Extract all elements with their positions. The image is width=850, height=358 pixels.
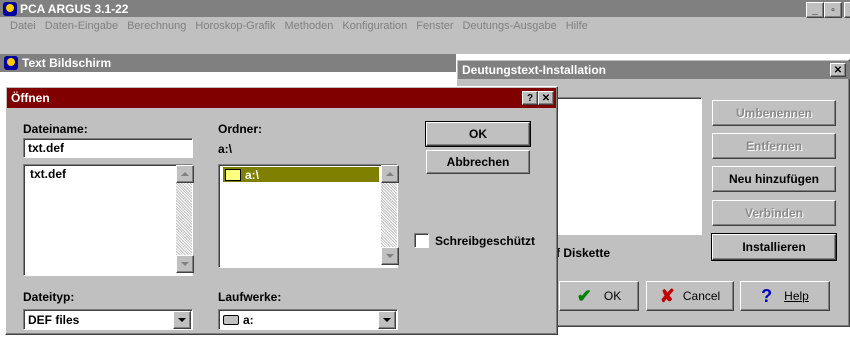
open-dialog-close-icon[interactable]: ✕ <box>538 91 554 105</box>
checkbox-box[interactable] <box>414 233 429 248</box>
file-list-scrollbar[interactable] <box>176 165 194 273</box>
open-dialog-title-bar: Öffnen <box>7 88 556 108</box>
menu-konfiguration[interactable]: Konfiguration <box>342 20 407 32</box>
menu-methoden[interactable]: Methoden <box>284 20 333 32</box>
drives-label: Laufwerke: <box>218 290 282 304</box>
app-title: PCA ARGUS 3.1-22 <box>20 1 129 16</box>
file-list[interactable]: txt.def <box>23 164 194 276</box>
ok-button[interactable]: OK <box>425 121 531 147</box>
menu-bar: Datei Daten-Eingabe Berechnung Horoskop-… <box>0 17 850 35</box>
text-window-title-bar: Text Bildschirm <box>0 54 456 72</box>
restore-icon[interactable]: ▫ <box>824 2 842 18</box>
filename-label: Dateiname: <box>23 122 88 136</box>
app-window-controls: _ ▫ ✕ <box>806 2 850 18</box>
install-list[interactable] <box>556 97 702 235</box>
minimize-icon[interactable]: _ <box>806 2 824 18</box>
install-help-button[interactable]: ? Help <box>740 281 830 311</box>
install-window-title-bar: Deutungstext-Installation <box>458 61 850 79</box>
folder-list[interactable]: a:\ <box>218 164 399 268</box>
disk-label: f Diskette <box>556 246 611 260</box>
install-window-title: Deutungstext-Installation <box>462 63 607 77</box>
app-icon <box>3 1 17 16</box>
install-close-icon[interactable]: ✕ <box>830 63 846 77</box>
menu-datei[interactable]: Datei <box>10 20 36 32</box>
install-cancel-button[interactable]: ✘ Cancel <box>646 281 734 311</box>
folder-list-scrollbar[interactable] <box>381 165 399 265</box>
cross-icon: ✘ <box>659 285 675 306</box>
install-ok-button[interactable]: ✔ OK <box>559 281 639 311</box>
chevron-down-icon[interactable] <box>378 311 396 329</box>
filetype-label: Dateityp: <box>23 290 75 304</box>
readonly-checkbox[interactable]: Schreibgeschützt <box>414 233 535 248</box>
folder-path: a:\ <box>218 142 233 156</box>
remove-button[interactable]: Entfernen <box>712 133 836 159</box>
filetype-select[interactable]: DEF files <box>23 309 193 330</box>
cancel-button[interactable]: Abbrechen <box>426 150 530 174</box>
menu-berechnung[interactable]: Berechnung <box>127 20 186 32</box>
floppy-drive-icon <box>223 314 239 325</box>
install-button[interactable]: Installieren <box>711 233 837 261</box>
menu-fenster[interactable]: Fenster <box>416 20 453 32</box>
menu-daten-eingabe[interactable]: Daten-Eingabe <box>45 20 118 32</box>
open-folder-icon <box>225 168 241 181</box>
help-question-icon[interactable]: ? <box>522 91 538 105</box>
readonly-label: Schreibgeschützt <box>435 233 536 248</box>
text-window-icon <box>4 56 18 70</box>
menu-horoskop-grafik[interactable]: Horoskop-Grafik <box>195 20 275 32</box>
folder-item-selected[interactable]: a:\ <box>223 167 379 182</box>
folder-label: Ordner: <box>218 122 263 136</box>
list-item[interactable]: txt.def <box>30 167 66 181</box>
add-new-button[interactable]: Neu hinzufügen <box>712 166 836 192</box>
checkmark-icon: ✔ <box>576 285 592 306</box>
chevron-down-icon[interactable] <box>173 311 191 329</box>
close-icon[interactable]: ✕ <box>844 2 850 18</box>
open-dialog-title: Öffnen <box>11 91 50 105</box>
question-icon: ? <box>761 285 773 306</box>
text-window-title: Text Bildschirm <box>22 56 112 70</box>
rename-button[interactable]: Umbenennen <box>712 100 836 126</box>
app-title-bar: PCA ARGUS 3.1-22 <box>0 0 850 17</box>
filename-input[interactable]: txt.def <box>23 138 193 158</box>
connect-button[interactable]: Verbinden <box>712 200 836 226</box>
menu-hilfe[interactable]: Hilfe <box>566 20 588 32</box>
drive-select[interactable]: a: <box>218 309 398 330</box>
menu-deutungs-ausgabe[interactable]: Deutungs-Ausgabe <box>463 20 557 32</box>
